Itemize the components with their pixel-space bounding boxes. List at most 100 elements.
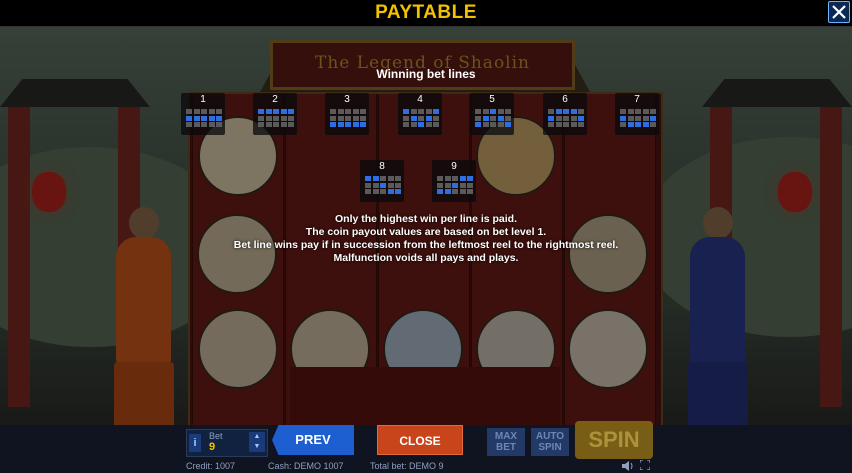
page-title: PAYTABLE	[375, 2, 477, 23]
bet-line-cell	[650, 115, 656, 121]
bet-line-cell	[570, 122, 577, 127]
auto-spin-button[interactable]: AUTO SPIN	[531, 428, 569, 456]
total-bet-readout: Total bet: DEMO 9	[370, 461, 444, 471]
bet-line-cell	[475, 109, 481, 114]
bet-line: 2	[253, 93, 297, 135]
bet-line-cell	[548, 109, 554, 114]
rule-line: Malfunction voids all pays and plays.	[333, 252, 519, 264]
bet-line-cell	[578, 109, 584, 114]
bet-line-cell	[578, 115, 584, 121]
chevron-up-icon[interactable]: ▲	[249, 432, 265, 442]
bet-line-cell	[410, 122, 417, 127]
bet-line-cell	[330, 122, 336, 127]
bet-line-cell	[265, 122, 272, 127]
bet-line-cell	[642, 115, 649, 121]
bet-line-cell	[186, 109, 192, 114]
bet-line-number: 3	[344, 94, 350, 105]
max-bet-button[interactable]: MAX BET	[487, 428, 525, 456]
bet-line-cell	[418, 109, 424, 114]
bet-line-cell	[265, 115, 272, 121]
bet-stepper[interactable]: ▲ ▼	[249, 432, 265, 452]
bet-line-number: 8	[379, 161, 385, 172]
spin-button[interactable]: SPIN	[575, 421, 653, 459]
bet-line-number: 1	[200, 94, 206, 105]
bet-line-cell	[505, 115, 511, 121]
bet-line-number: 5	[489, 94, 495, 105]
info-button[interactable]: i	[189, 434, 201, 452]
bet-line-diagram	[620, 109, 656, 127]
bet-line-diagram	[258, 109, 294, 127]
bet-line-cell	[475, 115, 481, 121]
bet-line-cell	[433, 115, 439, 121]
bet-line-cell	[437, 182, 443, 188]
bet-line-cell	[459, 189, 466, 194]
bet-line-cell	[288, 115, 294, 121]
bet-line-cell	[273, 115, 279, 121]
bet-line-cell	[273, 109, 279, 114]
bet-line: 5	[470, 93, 514, 135]
bet-line-cell	[258, 109, 264, 114]
bet-line-cell	[444, 182, 451, 188]
bet-line-cell	[345, 122, 351, 127]
bet-line-cell	[410, 115, 417, 121]
bet-line-cell	[578, 122, 584, 127]
fullscreen-icon[interactable]	[640, 460, 650, 470]
bet-line-cell	[452, 176, 458, 181]
bet-line: 8	[360, 160, 404, 202]
bet-line-cell	[452, 182, 458, 188]
bet-line-cell	[548, 115, 554, 121]
bet-line-cell	[186, 122, 192, 127]
bet-line-cell	[570, 109, 577, 114]
rule-line: Only the highest win per line is paid.	[334, 213, 518, 225]
bet-line-cell	[345, 115, 351, 121]
bet-line-diagram	[365, 176, 401, 194]
bet-line-cell	[635, 115, 641, 121]
bet-line-cell	[280, 109, 287, 114]
bet-line-diagram	[403, 109, 439, 127]
bet-line-cell	[467, 176, 473, 181]
bet-line-cell	[403, 115, 409, 121]
bet-line-cell	[563, 122, 569, 127]
bet-line-cell	[555, 115, 562, 121]
bet-line-cell	[418, 115, 424, 121]
bet-line-cell	[330, 115, 336, 121]
bet-line-cell	[403, 109, 409, 114]
bet-line-cell	[563, 115, 569, 121]
close-x-icon[interactable]	[828, 1, 850, 23]
cash-readout: Cash: DEMO 1007	[268, 461, 344, 471]
speaker-icon[interactable]	[622, 461, 634, 471]
bet-line-cell	[360, 115, 366, 121]
bet-line-cell	[193, 122, 200, 127]
close-button[interactable]: CLOSE	[377, 425, 463, 455]
bet-line-number: 9	[451, 161, 457, 172]
prev-button[interactable]: PREV	[272, 425, 354, 455]
bet-line-number: 2	[272, 94, 278, 105]
bet-line-cell	[482, 109, 489, 114]
credit-readout: Credit: 1007	[186, 461, 236, 471]
bet-line-cell	[555, 122, 562, 127]
bet-line-diagram	[548, 109, 584, 127]
bet-line-cell	[555, 109, 562, 114]
bet-line-cell	[410, 109, 417, 114]
bet-line-cell	[620, 122, 626, 127]
chevron-down-icon[interactable]: ▼	[249, 442, 265, 452]
bet-line-cell	[395, 176, 401, 181]
bet-line-cell	[273, 122, 279, 127]
bet-line-cell	[193, 109, 200, 114]
bet-line: 4	[398, 93, 442, 135]
bet-line-cell	[490, 115, 496, 121]
bet-line-cell	[437, 189, 443, 194]
bet-line-cell	[288, 122, 294, 127]
bet-line-cell	[642, 109, 649, 114]
control-bar: i Bet 9 ▲ ▼ PREV CLOSE MAX BET AUTO SPIN…	[0, 421, 852, 473]
bet-line-cell	[380, 176, 386, 181]
bet-line-cell	[337, 115, 344, 121]
bet-line-cell	[475, 122, 481, 127]
section-title: Winning bet lines	[376, 67, 476, 81]
bet-line: 9	[432, 160, 476, 202]
bet-line-cell	[650, 109, 656, 114]
rules-text: Only the highest win per line is paid. T…	[0, 213, 852, 265]
bet-line-diagram	[186, 109, 222, 127]
bet-control: i Bet 9 ▲ ▼	[186, 429, 268, 457]
header-bar: PAYTABLE	[0, 0, 852, 27]
